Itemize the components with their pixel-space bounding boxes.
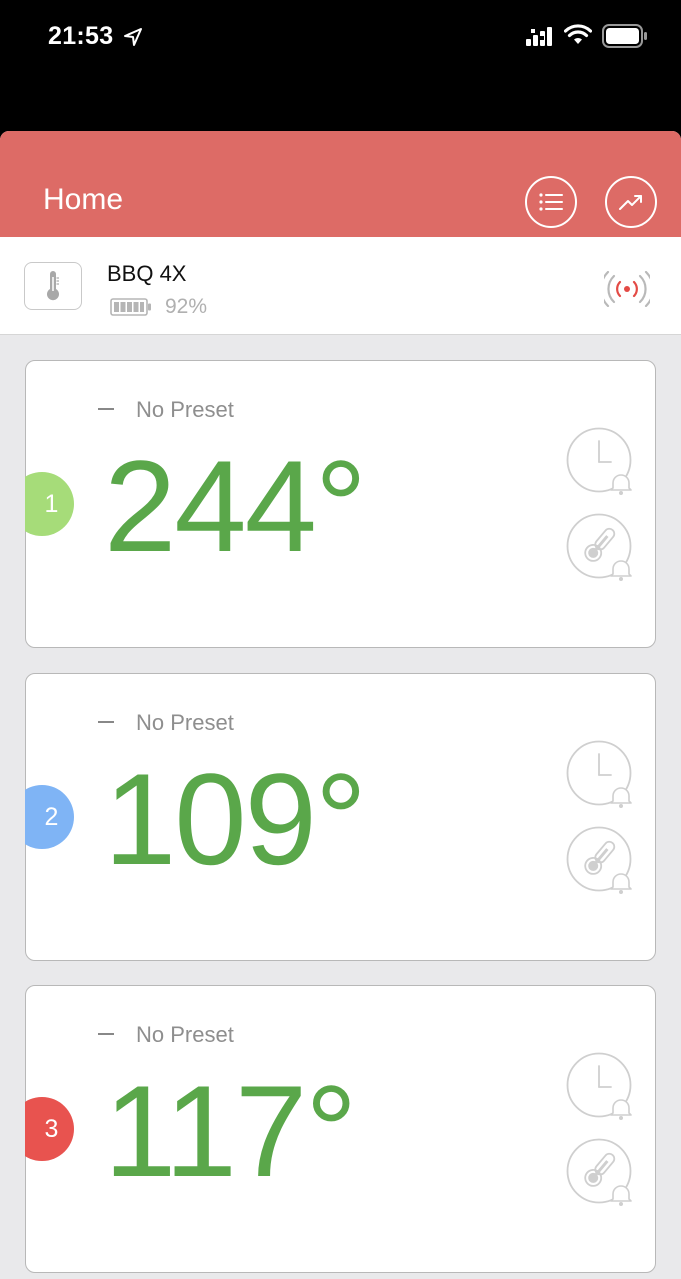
- preset-dash: [98, 1033, 114, 1035]
- trend-chart-icon: [619, 195, 642, 210]
- timer-alarm-icon[interactable]: [566, 427, 634, 497]
- device-name: BBQ 4X: [107, 261, 187, 286]
- battery-icon: [602, 24, 647, 48]
- probe-card[interactable]: No Preset 244°: [25, 360, 656, 648]
- probe-number-badge: 3: [25, 1097, 74, 1161]
- probe-card[interactable]: No Preset 109°: [25, 673, 656, 961]
- probe-card[interactable]: No Preset 117°: [25, 985, 656, 1273]
- bluetooth-signal-icon: [604, 271, 650, 307]
- wifi-icon: [564, 24, 592, 44]
- timer-alarm-icon[interactable]: [566, 1052, 634, 1122]
- probe-temperature: 117°: [104, 1058, 357, 1204]
- preset-label: No Preset: [136, 710, 234, 735]
- device-thumbnail: [24, 262, 82, 310]
- preset-label: No Preset: [136, 397, 234, 422]
- preset-dash: [98, 721, 114, 723]
- status-time: 21:53: [48, 22, 114, 50]
- battery-icon: [110, 298, 151, 316]
- battery-percent: 92%: [165, 295, 208, 318]
- device-row[interactable]: BBQ 4X 92%: [0, 237, 681, 335]
- page-title: Home: [43, 183, 124, 216]
- temperature-alarm-icon[interactable]: [566, 826, 634, 896]
- location-arrow-icon: [124, 28, 142, 46]
- temperature-alarm-icon[interactable]: [566, 513, 634, 583]
- graph-button[interactable]: [605, 176, 657, 228]
- list-icon: [539, 193, 563, 211]
- header-bar: Home: [0, 131, 681, 237]
- app-screen: Home BBQ 4X 92% No Preset 244° 1 No Pres…: [0, 131, 681, 1279]
- list-button[interactable]: [525, 176, 577, 228]
- preset-label: No Preset: [136, 1022, 234, 1047]
- cellular-signal-icon: [526, 27, 552, 46]
- timer-alarm-icon[interactable]: [566, 740, 634, 810]
- preset-dash: [98, 408, 114, 410]
- thermometer-icon: [47, 271, 59, 301]
- temperature-alarm-icon[interactable]: [566, 1138, 634, 1208]
- probe-temperature: 244°: [104, 433, 367, 579]
- status-bar: 21:53: [0, 0, 681, 132]
- probe-temperature: 109°: [104, 746, 367, 892]
- probe-number-badge: 1: [25, 472, 74, 536]
- probe-number-badge: 2: [25, 785, 74, 849]
